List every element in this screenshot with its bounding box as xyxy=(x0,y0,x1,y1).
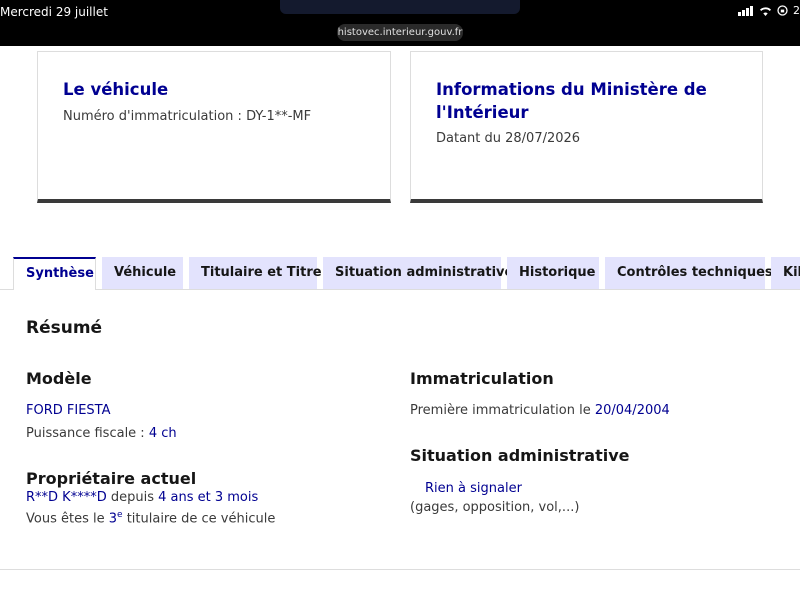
plate-number-text: Numéro d'immatriculation : DY-1**-MF xyxy=(63,109,312,124)
ministry-date-text: Datant du 28/07/2026 xyxy=(436,131,581,146)
ministry-card-title: Informations du Ministère de l'Intérieur xyxy=(436,80,707,122)
fiscal-power: Puissance fiscale : 4 ch xyxy=(26,426,177,441)
fiscal-power-label: Puissance fiscale : xyxy=(26,426,149,441)
wifi-icon xyxy=(760,6,771,16)
admin-status-details: (gages, opposition, vol,...) xyxy=(410,500,580,515)
owner-rank-suffix: titulaire de ce véhicule xyxy=(122,511,276,527)
owner-rank-number: 3 xyxy=(108,511,118,527)
model-heading: Modèle xyxy=(26,369,92,388)
fiscal-power-value: 4 ch xyxy=(148,426,177,441)
status-icons: 2 xyxy=(738,4,800,17)
first-registration: Première immatriculation le 20/04/2004 xyxy=(410,403,670,418)
tab-situation-administrative[interactable]: Situation administrative xyxy=(323,257,513,289)
owner-since-label: depuis xyxy=(106,490,159,505)
admin-status-value: Rien à signaler xyxy=(425,481,522,496)
url-bar[interactable]: histovec.interieur.gouv.fr xyxy=(337,24,463,41)
battery-text: 2 xyxy=(793,4,800,17)
owner-rank-prefix: Vous êtes le xyxy=(26,511,109,527)
owner-since-value: 4 ans et 3 mois xyxy=(158,490,259,505)
tab-titulaire-titre[interactable]: Titulaire et Titre xyxy=(189,257,322,289)
ministry-card: Informations du Ministère de l'Intérieur… xyxy=(410,51,763,203)
first-registration-date: 20/04/2004 xyxy=(594,403,670,418)
tab-controles-techniques[interactable]: Contrôles techniques xyxy=(605,257,773,289)
tab-historique[interactable]: Historique xyxy=(507,257,599,289)
tab-vehicule[interactable]: Véhicule xyxy=(102,257,183,289)
status-bar: Mercredi 29 juillet 2 histovec.interieur… xyxy=(0,0,800,46)
lock-rotation-icon xyxy=(777,5,788,16)
summary-title: Résumé xyxy=(26,318,103,338)
first-registration-label: Première immatriculation le xyxy=(410,403,595,418)
status-date: Mercredi 29 juillet xyxy=(0,5,108,19)
owner-name: R**D K****D xyxy=(26,490,107,505)
admin-status-heading: Situation administrative xyxy=(410,446,630,465)
tab-synthese[interactable]: Synthèse xyxy=(13,257,96,290)
tab-kilometrage[interactable]: Kil xyxy=(771,257,800,289)
tab-bar: Synthèse Véhicule Titulaire et Titre Sit… xyxy=(13,257,800,290)
owner-line: R**D K****D depuis 4 ans et 3 mois xyxy=(26,490,258,505)
registration-heading: Immatriculation xyxy=(410,369,554,388)
vehicle-card-title: Le véhicule xyxy=(63,80,169,99)
vehicle-card: Le véhicule Numéro d'immatriculation : D… xyxy=(37,51,391,203)
signal-icon xyxy=(738,5,753,16)
owner-heading: Propriétaire actuel xyxy=(26,469,197,488)
model-name: FORD FIESTA xyxy=(26,403,111,418)
camera-notch xyxy=(280,0,520,14)
owner-rank: Vous êtes le 3e titulaire de ce véhicule xyxy=(26,510,275,526)
